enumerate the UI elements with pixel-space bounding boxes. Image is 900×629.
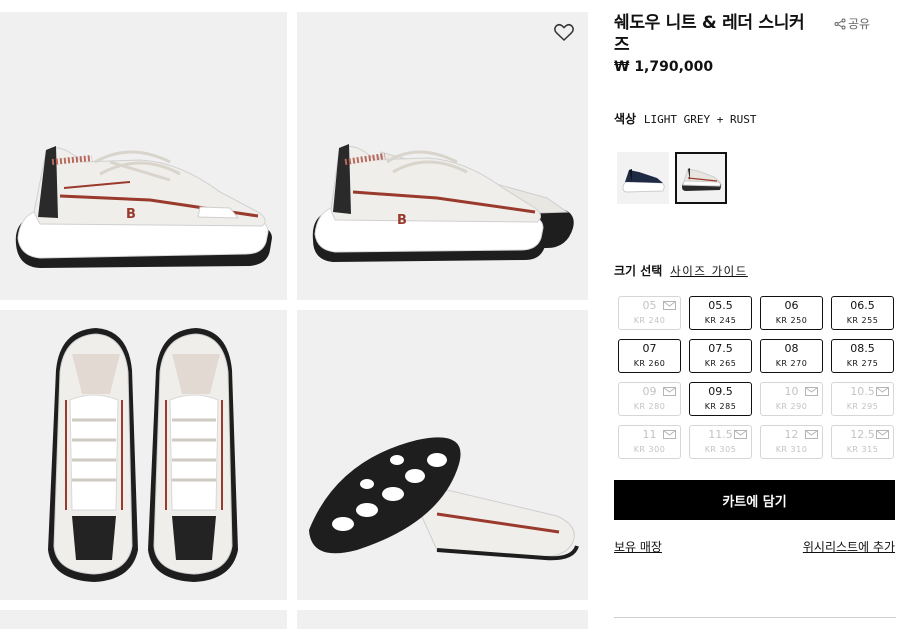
size-eu-label: 06 xyxy=(784,299,799,312)
heart-icon[interactable] xyxy=(552,20,576,44)
size-eu-label: 08.5 xyxy=(850,342,875,355)
secondary-links: 보유 매장 위시리스트에 추가 xyxy=(614,538,895,555)
size-eu-label: 07 xyxy=(642,342,657,355)
size-option[interactable]: 06 KR 250 xyxy=(760,296,823,330)
share-icon xyxy=(834,18,846,29)
light-grey-sneaker-thumbnail xyxy=(682,168,722,191)
size-guide-link[interactable]: 사이즈 가이드 xyxy=(670,264,748,278)
product-panel: 쉐도우 니트 & 레더 스니커즈 공유 ₩ 1,790,000 색상 LIGHT… xyxy=(614,0,896,629)
size-kr-label: KR 260 xyxy=(633,359,666,368)
sneaker-pair-image: B xyxy=(312,144,574,262)
product-image-top[interactable] xyxy=(0,310,287,600)
size-option[interactable]: 08.5 KR 275 xyxy=(831,339,894,373)
size-eu-label: 08 xyxy=(784,342,799,355)
product-image-pair[interactable]: B xyxy=(297,12,588,300)
product-image-6[interactable] xyxy=(297,610,588,629)
size-eu-label: 09.5 xyxy=(708,385,733,398)
size-kr-label: KR 250 xyxy=(775,316,808,325)
size-kr-label: KR 295 xyxy=(846,402,879,411)
size-option[interactable]: 10.5 KR 295 xyxy=(831,382,894,416)
size-selector-header: 크기 선택 사이즈 가이드 xyxy=(614,262,748,279)
size-kr-label: KR 300 xyxy=(633,445,666,454)
size-option[interactable]: 11 KR 300 xyxy=(618,425,681,459)
size-kr-label: KR 275 xyxy=(846,359,879,368)
product-title: 쉐도우 니트 & 레더 스니커즈 xyxy=(614,13,805,55)
store-stock-link[interactable]: 보유 매장 xyxy=(614,538,662,555)
size-eu-label: 06.5 xyxy=(850,299,875,312)
color-swatch-navy[interactable] xyxy=(617,152,669,204)
divider xyxy=(614,617,896,618)
size-grid: 05 KR 240 05.5 KR 245 06 KR 250 06.5 KR 255 07 KR… xyxy=(618,296,897,459)
mail-icon[interactable] xyxy=(805,387,818,396)
color-value: LIGHT GREY + RUST xyxy=(643,113,757,126)
size-label: 크기 선택 xyxy=(614,264,663,278)
product-gallery: B B xyxy=(0,0,600,629)
mail-icon[interactable] xyxy=(663,430,676,439)
size-option[interactable]: 10 KR 290 xyxy=(760,382,823,416)
mail-icon[interactable] xyxy=(876,387,889,396)
size-option[interactable]: 12.5 KR 315 xyxy=(831,425,894,459)
size-kr-label: KR 265 xyxy=(704,359,737,368)
size-kr-label: KR 305 xyxy=(704,445,737,454)
sneaker-side-image: B xyxy=(15,146,273,268)
color-swatch-light-grey-rust[interactable] xyxy=(675,152,727,204)
add-to-wishlist-link[interactable]: 위시리스트에 추가 xyxy=(803,538,895,555)
product-image-5[interactable] xyxy=(0,610,287,629)
mail-icon[interactable] xyxy=(734,430,747,439)
size-kr-label: KR 255 xyxy=(846,316,879,325)
size-kr-label: KR 290 xyxy=(775,402,808,411)
size-kr-label: KR 280 xyxy=(633,402,666,411)
size-option[interactable]: 07.5 KR 265 xyxy=(689,339,752,373)
size-option[interactable]: 05 KR 240 xyxy=(618,296,681,330)
color-label: 색상 xyxy=(614,112,637,126)
size-kr-label: KR 285 xyxy=(704,402,737,411)
navy-sneaker-thumbnail xyxy=(622,169,665,193)
add-to-cart-button[interactable]: 카트에 담기 xyxy=(614,480,895,520)
size-option[interactable]: 08 KR 270 xyxy=(760,339,823,373)
size-kr-label: KR 240 xyxy=(633,316,666,325)
size-option[interactable]: 11.5 KR 305 xyxy=(689,425,752,459)
size-option[interactable]: 09.5 KR 285 xyxy=(689,382,752,416)
mail-icon[interactable] xyxy=(663,301,676,310)
share-button[interactable]: 공유 xyxy=(834,15,870,32)
mail-icon[interactable] xyxy=(876,430,889,439)
color-selector: 색상 LIGHT GREY + RUST xyxy=(614,110,757,127)
size-option[interactable]: 12 KR 310 xyxy=(760,425,823,459)
size-option[interactable]: 09 KR 280 xyxy=(618,382,681,416)
svg-text:B: B xyxy=(126,207,136,222)
size-eu-label: 07.5 xyxy=(708,342,733,355)
product-image-sole[interactable] xyxy=(297,310,588,600)
size-kr-label: KR 270 xyxy=(775,359,808,368)
mail-icon[interactable] xyxy=(663,387,676,396)
size-option[interactable]: 07 KR 260 xyxy=(618,339,681,373)
size-kr-label: KR 245 xyxy=(704,316,737,325)
size-option[interactable]: 06.5 KR 255 xyxy=(831,296,894,330)
product-price: ₩ 1,790,000 xyxy=(614,59,714,75)
sneaker-top-image xyxy=(48,328,238,582)
size-kr-label: KR 315 xyxy=(846,445,879,454)
product-image-side[interactable]: B xyxy=(0,12,287,300)
svg-text:B: B xyxy=(397,213,407,228)
mail-icon[interactable] xyxy=(805,430,818,439)
size-eu-label: 05.5 xyxy=(708,299,733,312)
sneaker-sole-image xyxy=(309,437,579,561)
share-label: 공유 xyxy=(848,17,871,31)
size-kr-label: KR 310 xyxy=(775,445,808,454)
size-option[interactable]: 05.5 KR 245 xyxy=(689,296,752,330)
